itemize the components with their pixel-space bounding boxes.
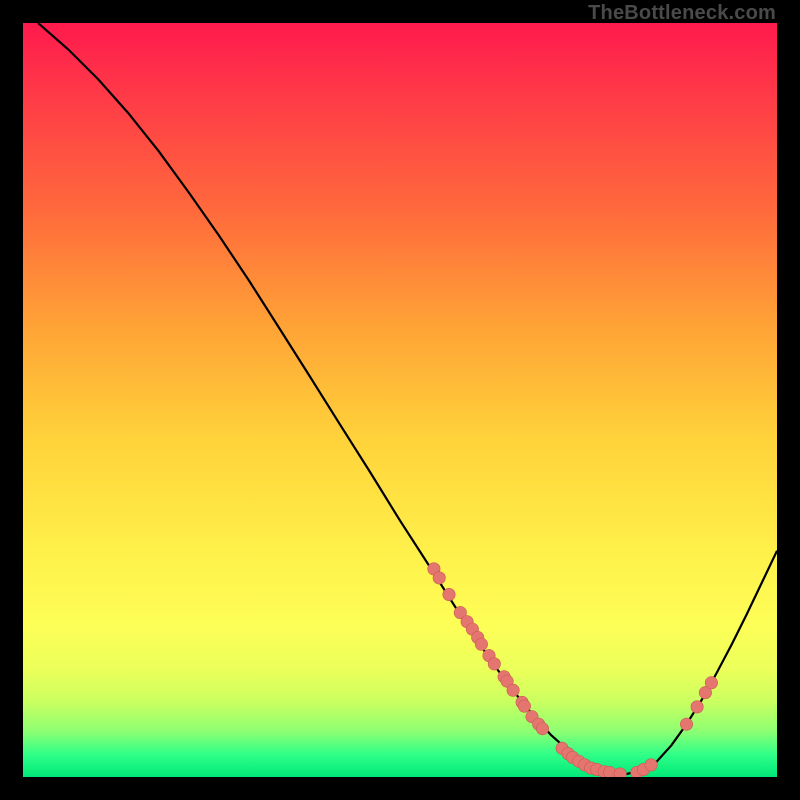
curve-marker — [488, 658, 500, 670]
chart-frame — [23, 23, 777, 777]
curve-marker — [645, 759, 657, 771]
curve-marker — [536, 723, 548, 735]
curve-marker — [433, 572, 445, 584]
curve-marker — [443, 588, 455, 600]
watermark-text: TheBottleneck.com — [588, 2, 776, 25]
chart-svg — [23, 23, 777, 777]
curve-marker — [680, 718, 692, 730]
curve-marker — [507, 684, 519, 696]
curve-marker — [475, 638, 487, 650]
curve-marker — [691, 701, 703, 713]
curve-marker — [518, 700, 530, 712]
curve-markers — [428, 563, 718, 777]
curve-marker — [614, 768, 626, 777]
bottleneck-curve — [38, 23, 777, 774]
curve-marker — [705, 677, 717, 689]
